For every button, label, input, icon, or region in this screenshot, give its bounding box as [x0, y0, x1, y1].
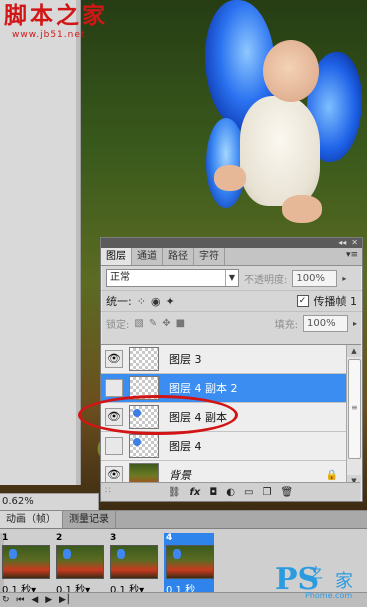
close-icon[interactable]: ✕ [351, 238, 358, 248]
link-icon[interactable]: ⛓ [168, 487, 181, 498]
group-icon[interactable]: ▭ [244, 487, 253, 498]
eye-icon[interactable]: 👁 [105, 350, 123, 368]
frame-number: 4 [166, 533, 173, 543]
chevron-down-icon[interactable]: ▼ [225, 270, 238, 286]
fill-slider-icon[interactable]: ▸ [353, 319, 357, 328]
lock-paint-icon[interactable]: ✎ [149, 318, 157, 329]
layer-row[interactable]: 👁 图层 4 副本 [101, 403, 346, 432]
opacity-label: 不透明度: [244, 274, 288, 286]
logo-jia: 家 [335, 571, 353, 592]
frame-thumbnail [110, 545, 158, 579]
lock-label: 锁定: [106, 319, 130, 331]
propagate-label: 传播帧 1 [313, 295, 358, 308]
logo-domain: Phome.com [305, 591, 353, 600]
panel-bottom-toolbar: ∷ ⛓ fx ◘ ◐ ▭ ❐ 🗑 [101, 482, 360, 501]
vertical-ruler [0, 0, 81, 485]
play-icon[interactable]: ▶ [45, 595, 54, 605]
next-frame-icon[interactable]: ▶▏ [59, 595, 77, 605]
panel-menu-icon[interactable]: ▾≡ [346, 250, 358, 260]
layer-name: 图层 4 副本 2 [169, 382, 238, 395]
frame-thumbnail [166, 545, 214, 579]
layer-thumbnail [129, 434, 159, 458]
tab-layers[interactable]: 图层 [101, 248, 132, 265]
layer-thumbnail [129, 376, 159, 400]
eye-icon[interactable]: 👁 [105, 437, 123, 455]
layer-row[interactable]: 👁 图层 3 [101, 345, 346, 374]
baby-body [240, 96, 320, 206]
layer-row[interactable]: 👁 图层 4 [101, 432, 346, 461]
blend-mode-value: 正常 [110, 272, 130, 283]
zoom-level[interactable]: 0.62% [0, 493, 99, 510]
delete-icon[interactable]: 🗑 [280, 487, 293, 498]
grip-icon: ≡ [351, 403, 358, 412]
animation-panel: 动画（帧） 测量记录 1 0.1 秒▾ 2 0.1 秒▾ 3 0.1 秒▾ 4 … [0, 510, 367, 607]
animation-frame[interactable]: 1 0.1 秒▾ [0, 533, 50, 596]
baby-head [263, 40, 319, 102]
layer-name: 图层 4 副本 [169, 411, 227, 424]
layer-name: 图层 4 [169, 440, 202, 453]
eye-icon[interactable]: 👁 [105, 379, 123, 397]
animation-frame[interactable]: 2 0.1 秒▾ [54, 533, 104, 596]
frame-thumbnail [2, 545, 50, 579]
tab-animation-frames[interactable]: 动画（帧） [0, 511, 63, 528]
ps-home-logo: PS 之 家 Phome.com [275, 561, 365, 605]
unify-label: 统一: [106, 295, 132, 308]
unify-position-icon[interactable]: ⁘ [137, 295, 146, 308]
new-layer-icon[interactable]: ❐ [262, 487, 271, 498]
eye-icon[interactable]: 👁 [105, 408, 123, 426]
propagate-checkbox[interactable]: ✓ [296, 295, 309, 307]
layer-thumbnail [129, 405, 159, 429]
frame-number: 2 [56, 533, 63, 543]
layer-name: 图层 3 [169, 353, 202, 366]
fill-label: 填充: [274, 319, 298, 331]
layers-panel: ◂◂ ✕ 图层 通道 路径 字符 ▾≡ 正常 ▼ 不透明度: 100% ▸ 统一… [100, 237, 363, 502]
collapse-icon[interactable]: ◂◂ [338, 238, 346, 248]
watermark-title: 脚本之家 [4, 2, 108, 29]
watermark: 脚本之家 www.jb51.net [4, 2, 108, 40]
tab-paths[interactable]: 路径 [163, 248, 194, 265]
tab-character[interactable]: 字符 [194, 248, 225, 265]
layer-thumbnail [129, 347, 159, 371]
lock-icon: 🔒 [325, 469, 338, 481]
unify-style-icon[interactable]: ✦ [166, 295, 175, 308]
lock-row: 锁定: ▧ ✎ ✥ ■ 填充: 100% ▸ [101, 311, 362, 334]
frame-thumbnail [56, 545, 104, 579]
panel-titlebar[interactable]: ◂◂ ✕ [101, 238, 362, 248]
logo-zhi: 之 [309, 566, 323, 582]
watermark-url: www.jb51.net [12, 30, 86, 40]
lock-transparent-icon[interactable]: ▧ [134, 318, 143, 329]
scroll-up-icon[interactable]: ▲ [347, 345, 361, 357]
fill-field[interactable]: 100% [302, 314, 348, 332]
tab-measurement-log[interactable]: 测量记录 [63, 511, 116, 528]
opacity-slider-icon[interactable]: ▸ [342, 274, 346, 283]
blend-mode-select[interactable]: 正常 ▼ [106, 269, 239, 287]
first-frame-icon[interactable]: ⏮ [16, 595, 26, 605]
opacity-field[interactable]: 100% [292, 269, 338, 287]
lock-move-icon[interactable]: ✥ [162, 318, 170, 329]
baby-leg [282, 195, 322, 223]
loop-icon[interactable]: ↻ [2, 595, 12, 605]
baby-arm [214, 165, 246, 191]
frame-number: 3 [110, 533, 117, 543]
lock-all-icon[interactable]: ■ [176, 318, 185, 329]
prev-frame-icon[interactable]: ◀ [31, 595, 40, 605]
blend-row: 正常 ▼ 不透明度: 100% ▸ [101, 266, 362, 290]
unify-row: 统一: ⁘ ◉ ✦ ✓ 传播帧 1 [101, 290, 362, 311]
layers-scrollbar[interactable]: ▲ ≡ ▼ [346, 344, 361, 487]
fx-icon[interactable]: fx [190, 487, 201, 498]
mask-icon[interactable]: ◘ [209, 487, 217, 498]
adjustment-icon[interactable]: ◐ [226, 487, 235, 498]
tab-channels[interactable]: 通道 [132, 248, 163, 265]
layer-name: 背景 [169, 469, 191, 482]
layers-list: 👁 图层 3 👁 图层 4 副本 2 👁 图层 4 副本 👁 图层 4 👁 背景… [101, 344, 346, 490]
animation-frame-selected[interactable]: 4 0.1 秒 [164, 533, 214, 596]
unify-visibility-icon[interactable]: ◉ [151, 295, 161, 308]
resize-grip-icon: ∷ [105, 486, 111, 496]
frame-number: 1 [2, 533, 9, 543]
layer-row-selected[interactable]: 👁 图层 4 副本 2 [101, 374, 346, 403]
animation-frame[interactable]: 3 0.1 秒▾ [108, 533, 158, 596]
panel-tabs: 图层 通道 路径 字符 ▾≡ [101, 248, 362, 266]
animation-tabs: 动画（帧） 测量记录 [0, 511, 367, 529]
